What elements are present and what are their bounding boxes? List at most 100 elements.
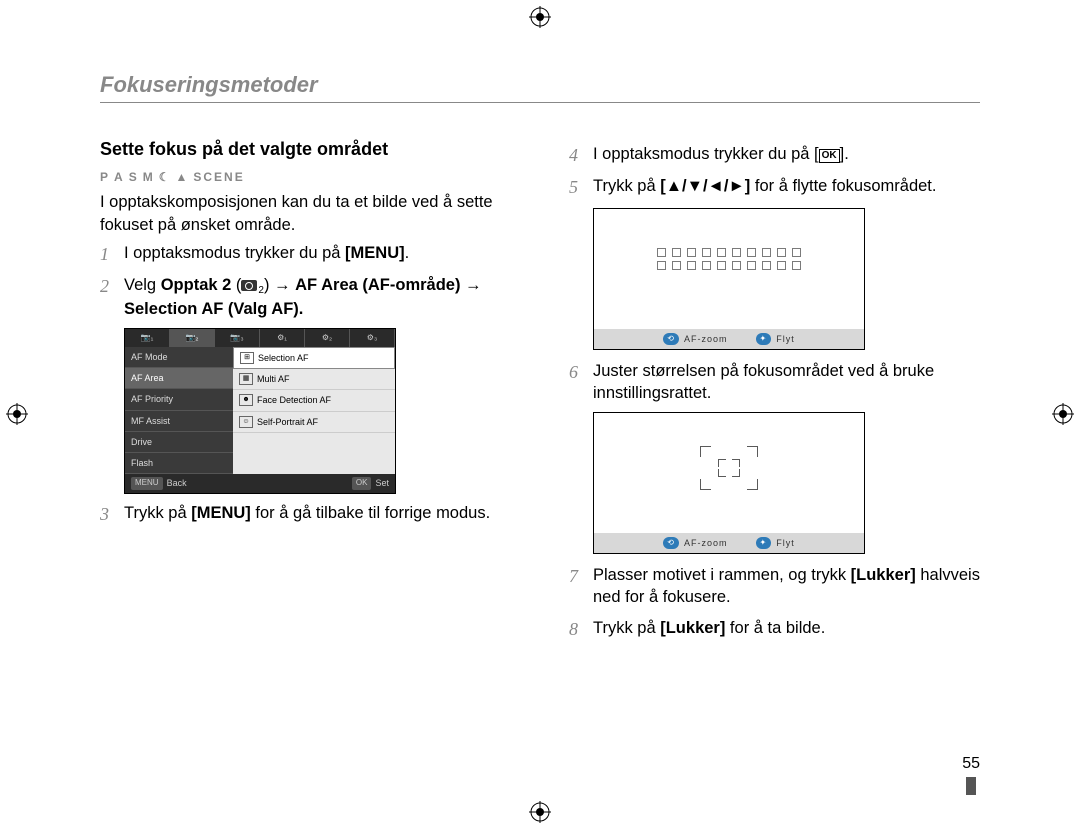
dial-icon: ⟲	[663, 537, 679, 549]
night-mode-icon: ☾	[159, 169, 172, 185]
self-portrait-icon: ☺	[239, 416, 253, 428]
left-step-list-2: 3 Trykk på [MENU] for å gå tilbake til f…	[100, 502, 511, 526]
step-number: 3	[100, 502, 114, 526]
step-6: 6 Juster størrelsen på fokusområdet ved …	[569, 360, 980, 405]
step-text: Trykk på	[124, 504, 191, 522]
menu-back-label: Back	[167, 477, 187, 489]
right-step-list-3: 7 Plasser motivet i rammen, og trykk [Lu…	[569, 564, 980, 641]
step-8: 8 Trykk på [Lukker] for å ta bilde.	[569, 617, 980, 641]
page-content: Fokuseringsmetoder Sette fokus på det va…	[100, 72, 980, 789]
focus-cell	[777, 248, 801, 270]
landscape-mode-icon: ▲	[175, 169, 189, 185]
menu-ok-button: OK	[352, 477, 372, 490]
menu-option-label: Selection AF	[258, 352, 309, 364]
ok-button-icon: OK	[819, 149, 840, 163]
step-text: Velg	[124, 276, 161, 294]
crop-mark-bottom	[529, 801, 551, 823]
menu-tab: ⚙₂	[305, 329, 350, 347]
camera-menu-illustration: 📷₁ 📷₂ 📷₃ ⚙₁ ⚙₂ ⚙₃ AF Mode AF Area AF Pri…	[124, 328, 396, 494]
step-text: Plasser motivet i rammen, og trykk	[593, 566, 851, 584]
focus-cell	[747, 248, 771, 270]
preview-footer-bar: ⟲AF-zoom ✦ Flyt	[594, 329, 864, 349]
page-title: Fokuseringsmetoder	[100, 72, 980, 103]
step-body: Trykk på [▲/▼/◄/►] for å flytte fokusomr…	[593, 175, 980, 199]
columns: Sette fokus på det valgte området P A S …	[100, 137, 980, 649]
menu-tab: ⚙₃	[350, 329, 395, 347]
menu-item: AF Mode	[125, 347, 233, 368]
preview-footer-bar: ⟲AF-zoom ✦Flyt	[594, 533, 864, 553]
move-label: Flyt	[776, 333, 795, 345]
menu-option-label: Multi AF	[257, 373, 290, 385]
page-number: 55	[962, 755, 980, 773]
step-text: (	[231, 276, 241, 294]
menu-body: AF Mode AF Area AF Priority MF Assist Dr…	[125, 347, 395, 474]
menu-left-list: AF Mode AF Area AF Priority MF Assist Dr…	[125, 347, 233, 474]
left-step-list: 1 I opptaksmodus trykker du på [MENU]. 2…	[100, 242, 511, 320]
step-text: I opptaksmodus trykker du på	[124, 244, 345, 262]
step-text: Trykk på	[593, 177, 660, 195]
dial-icon: ⟲	[663, 333, 679, 345]
crop-mark-right	[1052, 403, 1074, 425]
menu-option-selected: ⊞ Selection AF	[233, 347, 395, 369]
multi-af-icon: ▦	[239, 373, 253, 385]
menu-right-list: ⊞ Selection AF ▦ Multi AF ☻Face Detection …	[233, 347, 395, 474]
move-hint: ✦ Flyt	[756, 333, 795, 345]
menu-button-ref: [MENU]	[191, 504, 251, 522]
step-number: 7	[569, 564, 583, 609]
step-text-post: for å ta bilde.	[725, 619, 825, 637]
shutter-ref: [Lukker]	[660, 619, 725, 637]
mode-m: M	[143, 169, 155, 185]
step-text: ) →	[264, 276, 295, 294]
step-body: Juster størrelsen på fokusområdet ved å …	[593, 360, 980, 405]
af-zoom-hint: ⟲AF-zoom	[663, 537, 727, 549]
step-text-post: for å flytte fokusområdet.	[750, 177, 936, 195]
menu-tabs: 📷₁ 📷₂ 📷₃ ⚙₁ ⚙₂ ⚙₃	[125, 329, 395, 347]
face-detect-icon: ☻	[239, 394, 253, 406]
step-text-post: for å gå tilbake til forrige modus.	[251, 504, 490, 522]
step-text-post: ].	[840, 145, 849, 163]
step-1: 1 I opptaksmodus trykker du på [MENU].	[100, 242, 511, 266]
af-zoom-hint: ⟲AF-zoom	[663, 333, 727, 345]
menu-option: ☺Self-Portrait AF	[233, 412, 395, 433]
selection-af-icon: ⊞	[240, 352, 254, 364]
step-5: 5 Trykk på [▲/▼/◄/►] for å flytte fokuso…	[569, 175, 980, 199]
move-hint: ✦Flyt	[756, 537, 795, 549]
step-text: Trykk på	[593, 619, 660, 637]
menu-option: ▦ Multi AF	[233, 369, 395, 390]
step-text-post: .	[405, 244, 410, 262]
focus-cell	[687, 248, 711, 270]
move-label: Flyt	[776, 537, 795, 549]
crop-mark-left	[6, 403, 28, 425]
left-column: Sette fokus på det valgte området P A S …	[100, 137, 511, 649]
mode-p: P	[100, 169, 110, 185]
shutter-ref: [Lukker]	[851, 566, 916, 584]
step-2: 2 Velg Opptak 2 (2) → AF Area (AF-område…	[100, 274, 511, 320]
step-7: 7 Plasser motivet i rammen, og trykk [Lu…	[569, 564, 980, 609]
step-number: 2	[100, 274, 114, 320]
section-heading: Sette fokus på det valgte området	[100, 137, 511, 161]
step-body: Trykk på [MENU] for å gå tilbake til for…	[124, 502, 511, 526]
focus-cell	[717, 248, 741, 270]
step-text: I opptaksmodus trykker du på [	[593, 145, 819, 163]
menu-item-selected: AF Area	[125, 368, 233, 389]
menu-tab: 📷₁	[125, 329, 170, 347]
step-number: 5	[569, 175, 583, 199]
camera-icon	[241, 280, 257, 291]
menu-item: Drive	[125, 432, 233, 453]
step-4: 4 I opptaksmodus trykker du på [OK].	[569, 143, 980, 167]
menu-tab: ⚙₁	[260, 329, 305, 347]
dpad-icon: ✦	[756, 333, 772, 345]
step-body: I opptaksmodus trykker du på [MENU].	[124, 242, 511, 266]
right-step-list-2: 6 Juster størrelsen på fokusområdet ved …	[569, 360, 980, 405]
focus-cell	[657, 248, 681, 270]
menu-option: ☻Face Detection AF	[233, 390, 395, 411]
step-number: 8	[569, 617, 583, 641]
opptak2-ref: Opptak 2	[161, 276, 232, 294]
preview-area	[594, 209, 864, 329]
mode-scene: SCENE	[193, 169, 244, 185]
right-column: 4 I opptaksmodus trykker du på [OK]. 5 T…	[569, 137, 980, 649]
menu-item: MF Assist	[125, 411, 233, 432]
step-number: 4	[569, 143, 583, 167]
step-body: Trykk på [Lukker] for å ta bilde.	[593, 617, 980, 641]
intro-text: I opptakskomposisjonen kan du ta et bild…	[100, 191, 511, 236]
